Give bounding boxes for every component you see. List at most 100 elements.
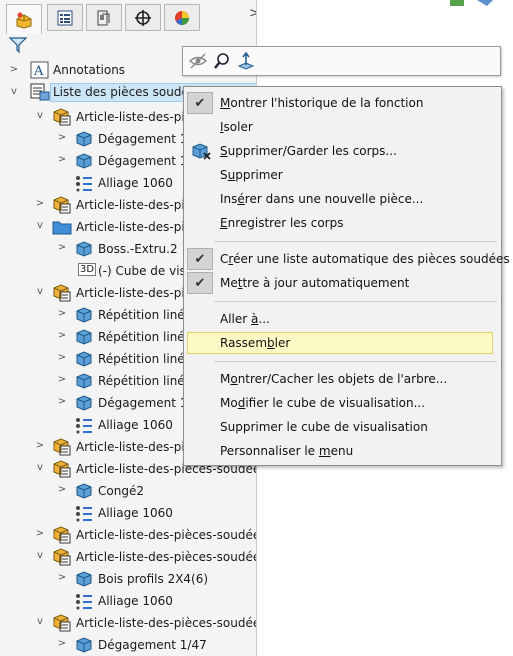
expand-arrow-icon[interactable]: >: [57, 572, 67, 583]
menu-separator: [214, 361, 497, 362]
tab-property-manager[interactable]: [47, 4, 83, 31]
menu-item-goto[interactable]: Aller à...: [184, 308, 501, 330]
tree-item[interactable]: Répétition linéa: [98, 352, 192, 366]
tree-item[interactable]: Article-liste-des-pièc: [76, 198, 199, 212]
expand-arrow-icon[interactable]: >: [35, 528, 45, 539]
menu-label-underline: b: [267, 336, 275, 350]
expand-arrow-icon[interactable]: >: [35, 198, 45, 209]
tree-item[interactable]: Alliage 1060: [98, 594, 173, 608]
expand-arrow-icon[interactable]: >: [57, 154, 67, 165]
tree-item[interactable]: Article-liste-des-pièc: [76, 286, 199, 300]
tree-item[interactable]: Bois profils 2X4(6): [98, 572, 208, 586]
folder-icon: [52, 221, 72, 235]
menu-item-show-hide-tree-items[interactable]: Montrer/Cacher les objets de l'arbre...: [184, 368, 501, 390]
menu-label: tre à jour automatiquement: [242, 276, 410, 290]
solid-body-icon: [76, 373, 92, 389]
solid-body-icon: [76, 329, 92, 345]
tree-item[interactable]: Article-liste-des-pièces-soudées3(: [76, 550, 256, 564]
menu-item-save-bodies[interactable]: Enregistrer les corps: [184, 212, 501, 234]
view-orientation-icon[interactable]: [475, 0, 495, 7]
expand-arrow-icon[interactable]: >: [57, 308, 67, 319]
hide-show-icon[interactable]: [189, 52, 207, 70]
tab-scroll-right-icon[interactable]: >: [249, 6, 256, 21]
tree-item[interactable]: Article-liste-des-pièc: [76, 440, 199, 454]
zoom-to-selection-icon[interactable]: [213, 52, 231, 70]
menu-item-auto-update[interactable]: ✔ Mettre à jour automatiquement: [184, 272, 501, 294]
menu-item-isolate[interactable]: Isoler: [184, 116, 501, 138]
bounding-box-icon: 3D: [78, 263, 97, 276]
tree-item[interactable]: Alliage 1060: [98, 506, 173, 520]
solid-body-icon: [76, 637, 92, 653]
expand-arrow-icon[interactable]: >: [57, 330, 67, 341]
solid-body-icon: [76, 307, 92, 323]
menu-label-underline: m: [318, 444, 331, 458]
tree-item[interactable]: (-) Cube de visu: [98, 264, 193, 278]
collapse-arrow-icon[interactable]: v: [9, 86, 19, 97]
filter-icon[interactable]: [8, 36, 28, 57]
expand-arrow-icon[interactable]: >: [57, 484, 67, 495]
cutlist-item-icon: [53, 548, 71, 566]
display-manager-icon: [175, 10, 189, 25]
menu-item-customize-menu[interactable]: Personnaliser le menu: [184, 440, 501, 462]
cutlist-item-icon: [53, 438, 71, 456]
menu-label: Personnaliser le: [220, 444, 319, 458]
tree-item[interactable]: Alliage 1060: [98, 176, 173, 190]
solid-body-icon: [76, 351, 92, 367]
solid-body-icon: [76, 395, 92, 411]
collapse-arrow-icon[interactable]: v: [35, 462, 45, 473]
menu-item-auto-cutlist[interactable]: ✔ Créer une liste automatique des pièces…: [184, 248, 510, 270]
menu-item-delete-keep-bodies[interactable]: Supprimer/Garder les corps...: [184, 140, 501, 162]
menu-label: Rassem: [220, 336, 268, 350]
tree-item[interactable]: Congé2: [98, 484, 144, 498]
expand-arrow-icon[interactable]: >: [57, 396, 67, 407]
tree-item[interactable]: Article-liste-des-pièc: [76, 110, 199, 124]
menu-label: rer dans une nouvelle pièce...: [244, 192, 424, 206]
collapse-arrow-icon[interactable]: v: [35, 110, 45, 121]
tab-dimxpert-manager[interactable]: [125, 4, 161, 31]
expand-arrow-icon[interactable]: >: [57, 132, 67, 143]
crosshair-icon: [135, 9, 151, 26]
context-menu: ✔ Montrer l'historique de la fonction Is…: [183, 86, 510, 466]
collapse-arrow-icon[interactable]: v: [35, 550, 45, 561]
menu-item-delete[interactable]: Supprimer: [184, 164, 501, 186]
solid-body-icon: [76, 153, 92, 169]
tree-item[interactable]: Répétition linéa: [98, 330, 192, 344]
menu-item-collapse[interactable]: Rassembler: [184, 332, 501, 354]
expand-arrow-icon[interactable]: >: [35, 440, 45, 451]
menu-item-show-history[interactable]: ✔ Montrer l'historique de la fonction: [184, 92, 501, 114]
menu-label-underline: o: [230, 372, 238, 386]
tree-item[interactable]: Article-liste-des-pièces-soudées3: [76, 528, 256, 542]
tree-item[interactable]: Article-liste-des-pièces-soudées3: [76, 616, 256, 630]
solid-body-icon: [76, 241, 92, 257]
menu-item-insert-new-part[interactable]: Insérer dans une nouvelle pièce...: [184, 188, 501, 210]
tree-item[interactable]: Article-liste-des-pièc: [76, 220, 199, 234]
tab-display-manager[interactable]: [164, 4, 200, 31]
tree-item[interactable]: Répétition linéa: [98, 374, 192, 388]
collapse-arrow-icon[interactable]: v: [35, 616, 45, 627]
collapse-arrow-icon[interactable]: v: [35, 220, 45, 231]
tree-item[interactable]: Dégagement 1/47: [98, 638, 207, 652]
expand-arrow-icon[interactable]: >: [57, 242, 67, 253]
normal-to-icon[interactable]: [237, 52, 255, 70]
annotation-icon: A: [30, 61, 49, 79]
menu-label: upprimer/Garder les corps...: [227, 144, 397, 158]
menu-label: Supprimer le cube de visualisation: [220, 420, 428, 434]
tree-item-annotations[interactable]: Annotations: [53, 63, 125, 77]
solid-body-icon: [76, 571, 92, 587]
expand-arrow-icon[interactable]: >: [57, 352, 67, 363]
menu-item-modify-bounding-box[interactable]: Modifier le cube de visualisation...: [184, 392, 501, 414]
tab-feature-manager[interactable]: [6, 4, 42, 34]
menu-item-delete-bounding-box[interactable]: Supprimer le cube de visualisation: [184, 416, 501, 438]
tab-configuration-manager[interactable]: [86, 4, 122, 31]
manager-tabbar: >: [0, 0, 256, 34]
collapse-arrow-icon[interactable]: v: [35, 286, 45, 297]
expand-arrow-icon[interactable]: >: [57, 374, 67, 385]
expand-arrow-icon[interactable]: >: [57, 638, 67, 649]
svg-text:A: A: [33, 64, 44, 79]
tree-item[interactable]: Répétition linéa: [98, 308, 192, 322]
checkmark-icon: ✔: [187, 272, 213, 294]
display-style-icon[interactable]: [448, 0, 468, 7]
tree-item[interactable]: Boss.-Extru.2: [98, 242, 178, 256]
tree-item[interactable]: Alliage 1060: [98, 418, 173, 432]
expand-arrow-icon[interactable]: >: [9, 64, 19, 75]
